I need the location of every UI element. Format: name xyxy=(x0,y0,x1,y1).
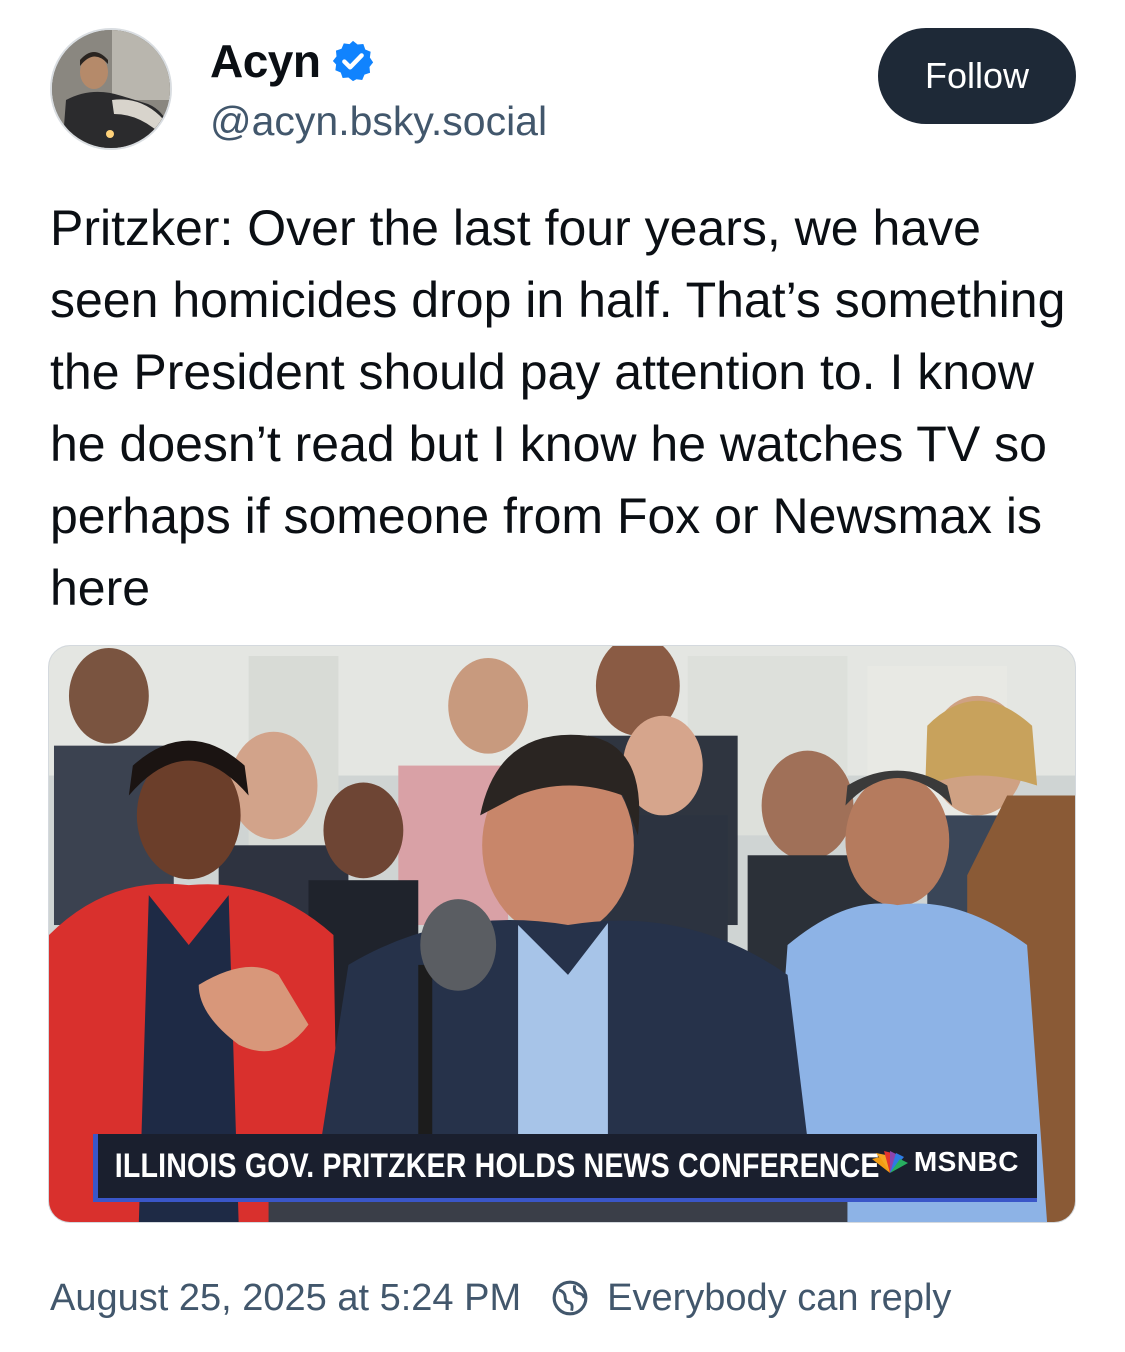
network-label: MSNBC xyxy=(913,1146,1019,1177)
globe-reply-icon xyxy=(552,1280,588,1316)
author-avatar[interactable] xyxy=(50,28,172,150)
reply-setting[interactable]: Everybody can reply xyxy=(607,1277,951,1320)
network-logo: MSNBC xyxy=(870,1146,1019,1178)
peacock-icon xyxy=(871,1151,908,1173)
news-chyron: ILLINOIS GOV. PRITZKER HOLDS NEWS CONFER… xyxy=(93,1134,1037,1202)
follow-button[interactable]: Follow xyxy=(878,28,1076,124)
post-timestamp[interactable]: August 25, 2025 at 5:24 PM xyxy=(50,1277,521,1320)
post-text: Pritzker: Over the last four years, we h… xyxy=(50,200,1066,616)
post-footer: August 25, 2025 at 5:24 PM Everybody can… xyxy=(50,1270,951,1326)
author-handle[interactable]: @acyn.bsky.social xyxy=(210,98,547,145)
author-name-row: Acyn xyxy=(210,30,376,92)
author-display-name[interactable]: Acyn xyxy=(210,34,321,88)
post-video-thumbnail[interactable]: ILLINOIS GOV. PRITZKER HOLDS NEWS CONFER… xyxy=(48,645,1076,1223)
avatar-photo xyxy=(52,30,170,148)
verified-badge-icon xyxy=(333,40,374,82)
chyron-text: ILLINOIS GOV. PRITZKER HOLDS NEWS CONFER… xyxy=(114,1146,880,1185)
